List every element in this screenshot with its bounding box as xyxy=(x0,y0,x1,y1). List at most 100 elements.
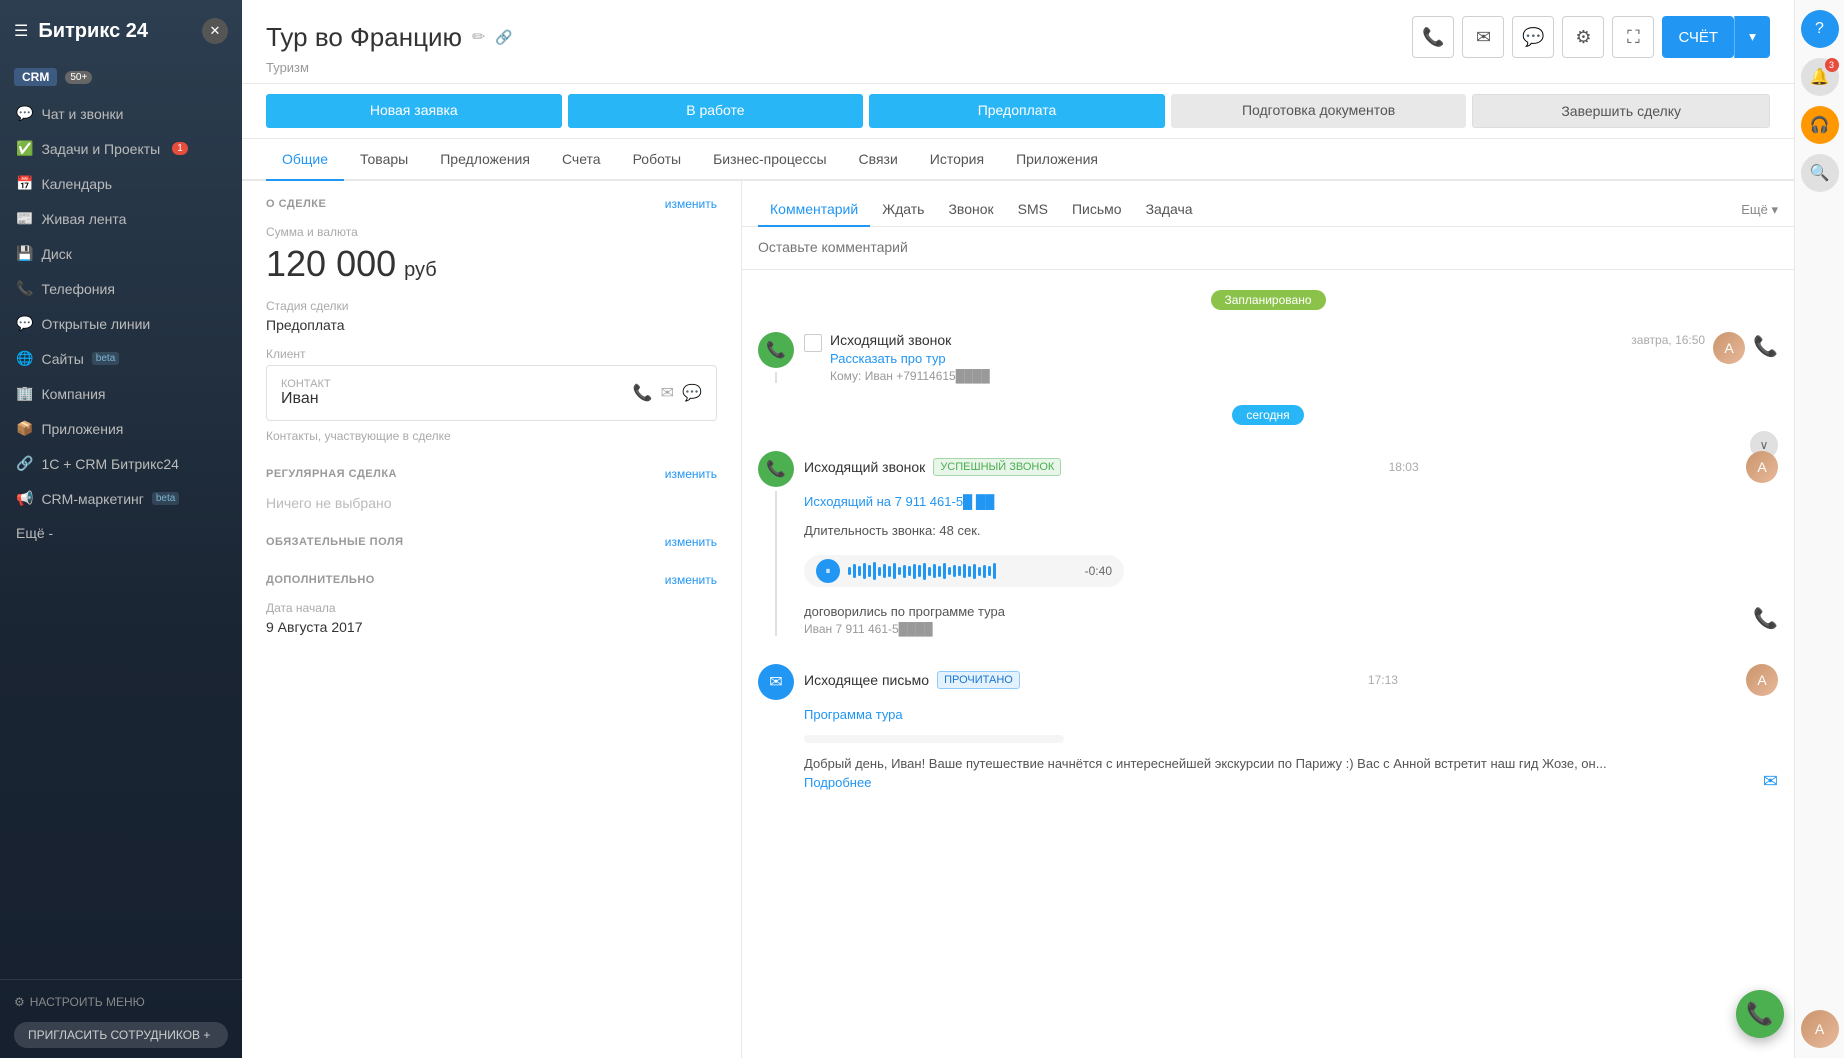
phone-icon: 📞 xyxy=(1422,27,1444,48)
pipeline-stage-close[interactable]: Завершить сделку xyxy=(1472,94,1770,128)
activity-tab-letter[interactable]: Письмо xyxy=(1060,193,1134,227)
sidebar-item-telephony[interactable]: 📞 Телефония xyxy=(0,271,242,306)
call-action-button[interactable]: 📞 xyxy=(1412,16,1454,58)
deal-edit-icon[interactable]: ✏ xyxy=(472,27,485,47)
email-action-button[interactable]: ✉ xyxy=(1462,16,1504,58)
crm-count: 50+ xyxy=(65,71,92,84)
email-icon: ✉ xyxy=(1476,27,1491,48)
email-content: Исходящее письмо ПРОЧИТАНО 17:13 А Прогр… xyxy=(804,664,1778,792)
schet-dropdown-button[interactable]: ▾ xyxy=(1734,16,1770,58)
client-call-button[interactable]: 📞 xyxy=(633,383,653,403)
sidebar-item-calendar[interactable]: 📅 Календарь xyxy=(0,166,242,201)
pipeline-stage-work[interactable]: В работе xyxy=(568,94,864,128)
sidebar-nav: 💬 Чат и звонки ✅ Задачи и Проекты 1 📅 Ка… xyxy=(0,96,242,979)
planned-badge-text: Запланировано xyxy=(1211,290,1326,310)
email-reply-button[interactable]: ✉ xyxy=(1763,771,1778,792)
call-success-link[interactable]: Исходящий на 7 911 461-5█ ██ xyxy=(804,494,1778,509)
crm-tag[interactable]: CRM xyxy=(14,68,57,86)
additional-title: ДОПОЛНИТЕЛЬНО xyxy=(266,574,375,586)
planned-call-action-icon[interactable]: 📞 xyxy=(1753,334,1778,359)
additional-edit[interactable]: изменить xyxy=(665,573,717,587)
sidebar-item-tasks[interactable]: ✅ Задачи и Проекты 1 xyxy=(0,131,242,166)
tab-robots[interactable]: Роботы xyxy=(617,139,697,181)
notification-count: 3 xyxy=(1825,58,1839,72)
floating-call-button[interactable]: 📞 xyxy=(1736,990,1784,1038)
activity-tab-wait[interactable]: Ждать xyxy=(870,193,936,227)
sidebar-item-crm-marketing[interactable]: 📢 CRM-маркетинг beta xyxy=(0,481,242,516)
activity-more[interactable]: Ещё ▾ xyxy=(1741,202,1778,218)
tab-general[interactable]: Общие xyxy=(266,139,344,181)
sidebar-item-more[interactable]: Ещё - xyxy=(0,516,242,550)
tab-biz-processes[interactable]: Бизнес-процессы xyxy=(697,139,842,181)
pipeline-stage-docs[interactable]: Подготовка документов xyxy=(1171,94,1467,128)
sidebar-item-open-lines[interactable]: 💬 Открытые линии xyxy=(0,306,242,341)
tab-history[interactable]: История xyxy=(914,139,1000,181)
today-badge-text: сегодня xyxy=(1232,405,1303,425)
sidebar-item-disk[interactable]: 💾 Диск xyxy=(0,236,242,271)
notifications-button[interactable]: 🔔 3 xyxy=(1801,58,1839,96)
email-more-link[interactable]: Подробнее xyxy=(804,775,871,790)
planned-badge: Запланировано xyxy=(742,290,1794,310)
email-body: Добрый день, Иван! Ваше путешествие начн… xyxy=(804,756,1607,771)
client-email-button[interactable]: ✉ xyxy=(661,383,674,403)
help-button[interactable]: ? xyxy=(1801,10,1839,48)
avatar-placeholder-3: А xyxy=(1746,664,1778,696)
sidebar-item-chat[interactable]: 💬 Чат и звонки xyxy=(0,96,242,131)
sidebar-item-feed[interactable]: 📰 Живая лента xyxy=(0,201,242,236)
regular-deal-edit[interactable]: изменить xyxy=(665,467,717,481)
sidebar-header: ☰ Битрикс 24 ✕ xyxy=(0,0,242,62)
wave-bar xyxy=(938,566,941,577)
wave-bar xyxy=(908,566,911,576)
wave-bar xyxy=(898,567,901,575)
invite-staff-button[interactable]: ПРИГЛАСИТЬ СОТРУДНИКОВ + xyxy=(14,1022,228,1048)
sidebar-item-apps[interactable]: 📦 Приложения xyxy=(0,411,242,446)
hamburger-icon[interactable]: ☰ xyxy=(14,21,28,41)
vertical-line xyxy=(775,372,777,383)
wave-bar xyxy=(923,563,926,580)
email-subject-link[interactable]: Программа тура xyxy=(804,707,1778,722)
tab-applications[interactable]: Приложения xyxy=(1000,139,1114,181)
call-reply-button[interactable]: 📞 xyxy=(1753,606,1778,631)
play-pause-button[interactable]: ⏸ xyxy=(816,559,840,583)
schet-button[interactable]: СЧЁТ xyxy=(1662,16,1734,58)
close-sidebar-button[interactable]: ✕ xyxy=(202,18,228,44)
timeline-icon-col: 📞 xyxy=(758,332,794,383)
required-fields-edit[interactable]: изменить xyxy=(665,535,717,549)
activity-tab-task[interactable]: Задача xyxy=(1134,193,1205,227)
sidebar-settings-button[interactable]: ⚙ НАСТРОИТЬ МЕНЮ xyxy=(14,990,228,1014)
activity-tab-sms[interactable]: SMS xyxy=(1006,193,1060,227)
planned-call-body-row: Исходящий звонок завтра, 16:50 Рассказат… xyxy=(804,332,1778,383)
sidebar-item-company[interactable]: 🏢 Компания xyxy=(0,376,242,411)
user-avatar-button[interactable]: А xyxy=(1801,1010,1839,1048)
tab-products[interactable]: Товары xyxy=(344,139,424,181)
settings-action-button[interactable]: ⚙ xyxy=(1562,16,1604,58)
email-time: 17:13 xyxy=(1368,673,1398,687)
pipeline-stage-new[interactable]: Новая заявка xyxy=(266,94,562,128)
today-badge: сегодня xyxy=(742,405,1794,425)
sidebar-item-1c[interactable]: 🔗 1С + CRM Битрикс24 xyxy=(0,446,242,481)
deal-info-edit[interactable]: изменить xyxy=(665,197,717,211)
user-avatar: А xyxy=(1801,1010,1839,1048)
chat-action-button[interactable]: 💬 xyxy=(1512,16,1554,58)
tab-relations[interactable]: Связи xyxy=(843,139,914,181)
deal-link-icon[interactable]: 🔗 xyxy=(495,29,512,46)
search-sidebar-button[interactable]: 🔍 xyxy=(1801,154,1839,192)
comment-input[interactable] xyxy=(758,239,1778,255)
pipeline-stage-prepay[interactable]: Предоплата xyxy=(869,94,1165,128)
audio-player: ⏸ xyxy=(804,555,1124,587)
planned-call-checkbox[interactable] xyxy=(804,334,822,352)
sidebar-item-sites[interactable]: 🌐 Сайты beta xyxy=(0,341,242,376)
support-button[interactable]: 🎧 xyxy=(1801,106,1839,144)
tab-invoices[interactable]: Счета xyxy=(546,139,617,181)
beta-tag: beta xyxy=(92,352,119,365)
expand-action-button[interactable]: ⛶ xyxy=(1612,16,1654,58)
activity-tab-comment[interactable]: Комментарий xyxy=(758,193,870,227)
client-chat-button[interactable]: 💬 xyxy=(682,383,702,403)
tab-proposals[interactable]: Предложения xyxy=(424,139,546,181)
timeline-item-planned-call: 📞 Исходящий звонок завтра, 16:50 Рассказ… xyxy=(742,322,1794,393)
wave-bar xyxy=(863,563,866,579)
planned-call-link[interactable]: Рассказать про тур xyxy=(830,351,1705,366)
telephony-icon: 📞 xyxy=(16,280,33,297)
call-success-badge: УСПЕШНЫЙ ЗВОНОК xyxy=(933,458,1061,476)
activity-tab-call[interactable]: Звонок xyxy=(936,193,1005,227)
